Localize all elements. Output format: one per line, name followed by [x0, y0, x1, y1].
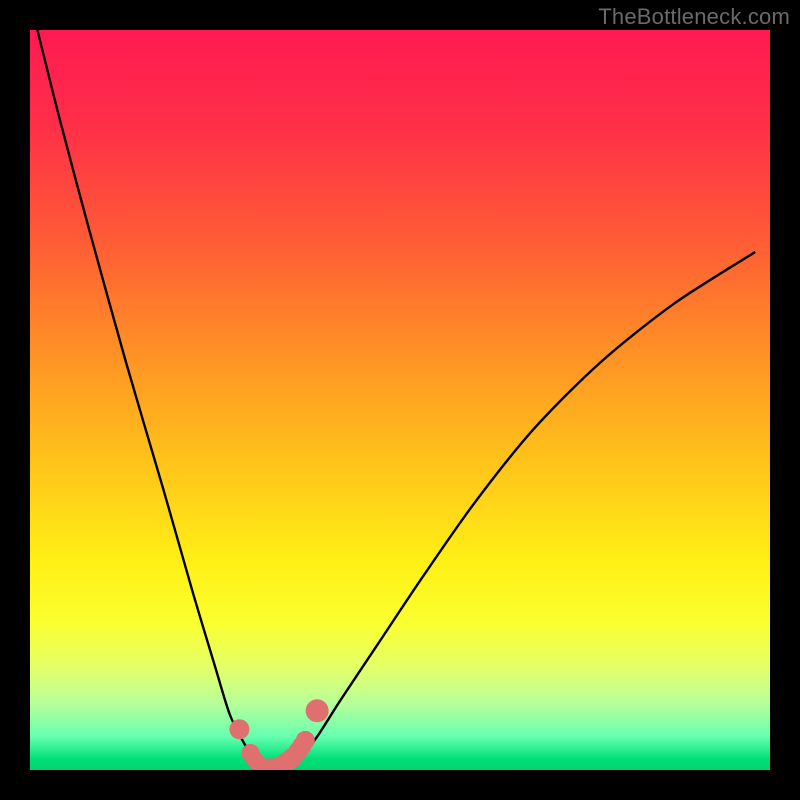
gradient-background — [30, 30, 770, 770]
outer-frame: TheBottleneck.com — [0, 0, 800, 800]
plot-area — [30, 30, 770, 770]
marker-dot — [306, 699, 329, 722]
marker-dot — [296, 731, 315, 750]
watermark-text: TheBottleneck.com — [598, 4, 790, 30]
marker-dot — [229, 719, 249, 739]
bottleneck-chart — [30, 30, 770, 770]
